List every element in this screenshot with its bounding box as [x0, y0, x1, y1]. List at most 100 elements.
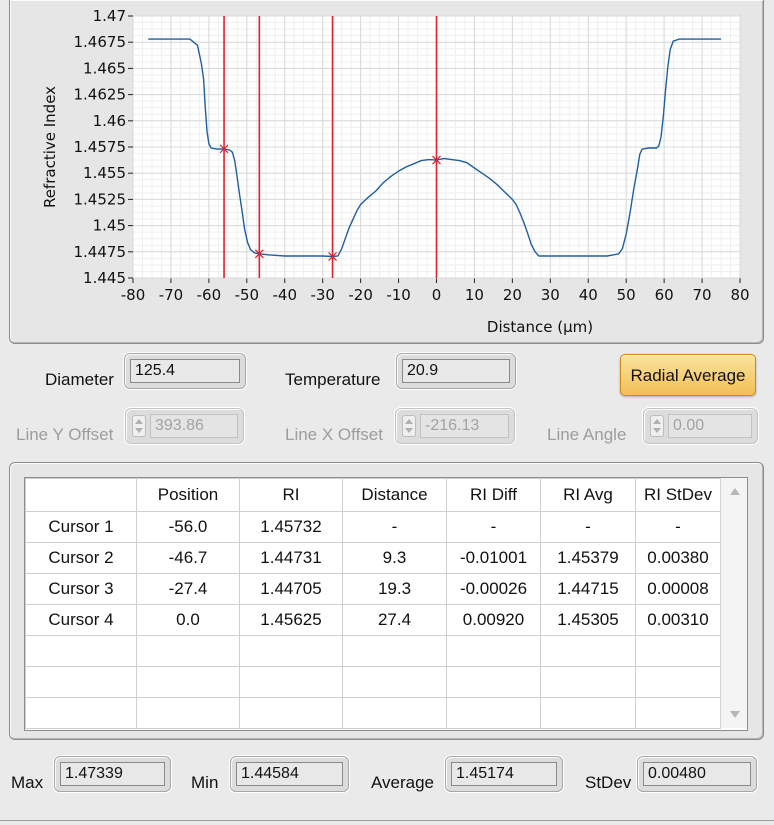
table-cell[interactable] [136, 635, 240, 667]
scroll-down-icon[interactable] [730, 711, 740, 718]
x-tick-label: -70 [159, 286, 184, 304]
table-row[interactable] [25, 635, 721, 667]
table-cell[interactable]: 0.00380 [635, 542, 721, 574]
y-tick-label: 1.455 [83, 164, 126, 182]
table-cell[interactable] [239, 666, 343, 698]
temperature-value: 20.9 [402, 359, 510, 383]
table-cell[interactable] [342, 697, 447, 729]
row-label-cell[interactable]: Cursor 4 [25, 604, 137, 636]
max-value: 1.47339 [60, 762, 165, 786]
table-cell[interactable] [446, 697, 541, 729]
table-cell[interactable]: 1.44715 [540, 573, 636, 605]
table-cell[interactable]: - [540, 511, 636, 543]
table-cell[interactable]: 1.45379 [540, 542, 636, 574]
line-angle-input[interactable]: 0.00 [668, 414, 752, 438]
table-cell[interactable]: 9.3 [342, 542, 447, 574]
table-cell[interactable]: 1.45732 [239, 511, 343, 543]
y-tick-label: 1.46 [93, 112, 126, 130]
x-tick-label: -30 [310, 286, 335, 304]
x-tick-label: 20 [503, 286, 522, 304]
table-cell[interactable]: 1.45625 [239, 604, 343, 636]
table-cell[interactable]: -56.0 [136, 511, 240, 543]
line-angle-spinner[interactable] [650, 415, 664, 437]
line-x-offset-field[interactable]: -216.13 [395, 408, 515, 444]
table-cell[interactable]: - [342, 511, 447, 543]
table-cell[interactable] [540, 697, 636, 729]
x-tick-label: 40 [579, 286, 598, 304]
y-tick-label: 1.445 [83, 269, 126, 287]
line-x-offset-input[interactable]: -216.13 [420, 414, 509, 438]
table-cell[interactable] [635, 697, 721, 729]
table-cell[interactable]: 1.44731 [239, 542, 343, 574]
diameter-field: 125.4 [124, 353, 246, 389]
line-y-offset-field[interactable]: 393.86 [125, 408, 244, 444]
row-label-cell[interactable]: Cursor 3 [25, 573, 137, 605]
table-cell[interactable] [635, 666, 721, 698]
table-cell[interactable]: 0.00008 [635, 573, 721, 605]
refractive-index-chart[interactable]: -80 -70 -60 -50 -40 -30 -20 -10 0 10 20 30 40 50 60 70 8… [0, 0, 774, 345]
bottom-divider [0, 820, 774, 821]
y-tick-label: 1.4525 [74, 190, 127, 208]
table-cell[interactable] [635, 635, 721, 667]
table-cell[interactable] [540, 635, 636, 667]
x-tick-label: -20 [348, 286, 373, 304]
line-y-offset-input[interactable]: 393.86 [150, 414, 238, 438]
min-value: 1.44584 [236, 762, 343, 786]
x-tick-label: -10 [386, 286, 411, 304]
table-scrollbar[interactable] [720, 478, 747, 728]
table-cell[interactable]: 0.0 [136, 604, 240, 636]
scroll-up-icon[interactable] [730, 488, 740, 495]
row-label-cell[interactable] [25, 666, 137, 698]
table-cell[interactable] [342, 666, 447, 698]
cursor-table[interactable]: Position RI Distance RI Diff RI Avg RI S… [24, 477, 748, 731]
radial-average-button[interactable]: Radial Average [620, 354, 756, 396]
table-cell[interactable]: 0.00920 [446, 604, 541, 636]
row-label-cell[interactable]: Cursor 2 [25, 542, 137, 574]
table-cell[interactable]: 1.44705 [239, 573, 343, 605]
table-cell[interactable] [342, 635, 447, 667]
table-cell[interactable] [239, 697, 343, 729]
header-ri-diff: RI Diff [446, 478, 541, 512]
y-tick-label: 1.47 [93, 7, 126, 25]
table-cell[interactable] [136, 697, 240, 729]
table-cell[interactable]: -46.7 [136, 542, 240, 574]
x-tick-label: -50 [235, 286, 260, 304]
line-angle-field[interactable]: 0.00 [643, 408, 758, 444]
x-tick-label: 10 [465, 286, 484, 304]
min-field: 1.44584 [230, 756, 349, 792]
table-row[interactable]: Cursor 1 -56.0 1.45732- - - - [25, 511, 721, 543]
stdev-field: 0.00480 [637, 756, 757, 792]
line-y-offset-spinner[interactable] [132, 415, 146, 437]
table-cell[interactable]: - [446, 511, 541, 543]
table-cell[interactable] [540, 666, 636, 698]
average-field: 1.45174 [445, 756, 563, 792]
x-tick-label: 70 [693, 286, 712, 304]
header-position: Position [136, 478, 240, 512]
table-row[interactable]: Cursor 2 -46.7 1.44731 9.3 -0.01001 1.45379 0.… [25, 542, 721, 574]
diameter-value: 125.4 [130, 359, 240, 383]
table-cell[interactable] [239, 635, 343, 667]
x-tick-label: -40 [273, 286, 298, 304]
header-ri-avg: RI Avg [540, 478, 636, 512]
y-tick-label: 1.465 [83, 59, 126, 77]
table-cell[interactable] [446, 666, 541, 698]
table-cell[interactable]: -27.4 [136, 573, 240, 605]
line-x-offset-spinner[interactable] [402, 415, 416, 437]
row-label-cell[interactable] [25, 697, 137, 729]
table-cell[interactable]: 0.00310 [635, 604, 721, 636]
row-label-cell[interactable]: Cursor 1 [25, 511, 137, 543]
table-cell[interactable]: 1.45305 [540, 604, 636, 636]
table-cell[interactable]: - [635, 511, 721, 543]
table-cell[interactable] [446, 635, 541, 667]
table-cell[interactable]: 19.3 [342, 573, 447, 605]
table-row[interactable] [25, 697, 721, 729]
table-row[interactable]: Cursor 3 -27.4 1.44705 19.3 -0.00026 1.44715 0… [25, 573, 721, 605]
table-row[interactable]: Cursor 4 0.0 1.45625 27.4 0.00920 1.45305 0.00… [25, 604, 721, 636]
average-label: Average [371, 773, 435, 792]
table-row[interactable] [25, 666, 721, 698]
table-cell[interactable] [136, 666, 240, 698]
row-label-cell[interactable] [25, 635, 137, 667]
table-cell[interactable]: -0.01001 [446, 542, 541, 574]
table-cell[interactable]: -0.00026 [446, 573, 541, 605]
table-cell[interactable]: 27.4 [342, 604, 447, 636]
